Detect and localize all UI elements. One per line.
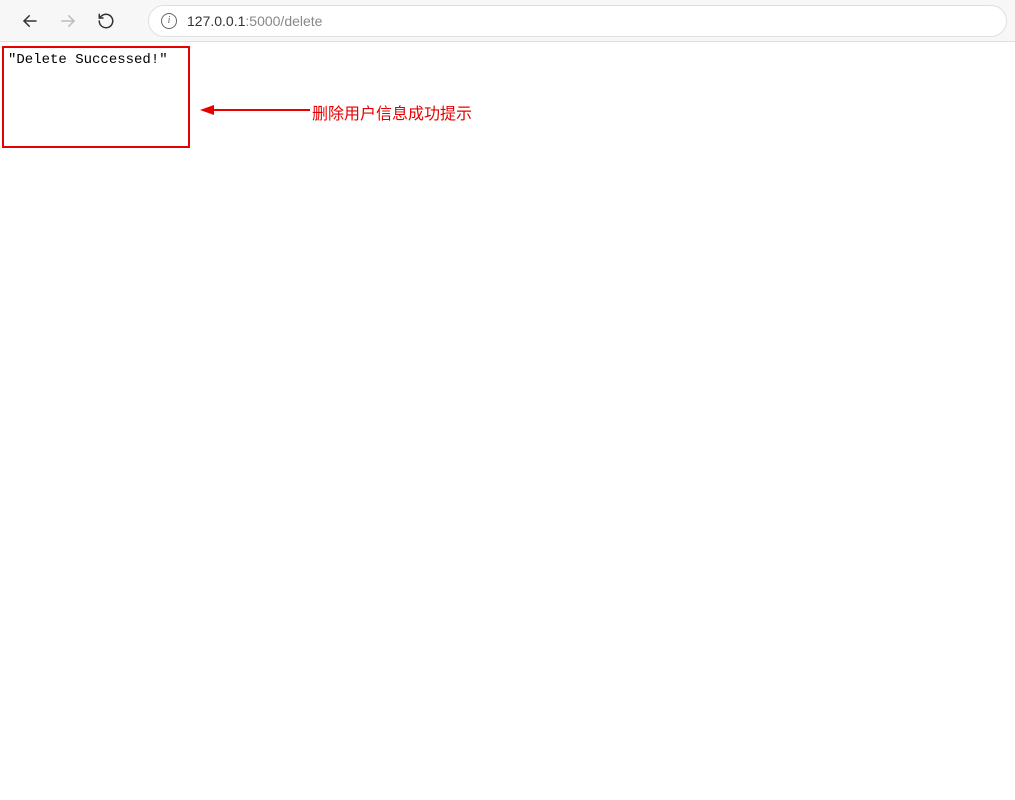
nav-buttons (8, 11, 128, 31)
address-bar[interactable]: i 127.0.0.1:5000/delete (148, 5, 1007, 37)
url-host: 127.0.0.1 (187, 13, 245, 29)
annotation-label: 删除用户信息成功提示 (312, 100, 472, 124)
reload-icon[interactable] (96, 11, 116, 31)
annotation-arrow-icon (200, 104, 310, 116)
url-text: 127.0.0.1:5000/delete (187, 13, 322, 29)
response-message: "Delete Successed!" (8, 50, 1007, 70)
page-content: "Delete Successed!" (0, 42, 1015, 78)
back-icon[interactable] (20, 11, 40, 31)
url-path: :5000/delete (245, 13, 322, 29)
forward-icon (58, 11, 78, 31)
info-icon[interactable]: i (161, 13, 177, 29)
browser-toolbar: i 127.0.0.1:5000/delete (0, 0, 1015, 42)
